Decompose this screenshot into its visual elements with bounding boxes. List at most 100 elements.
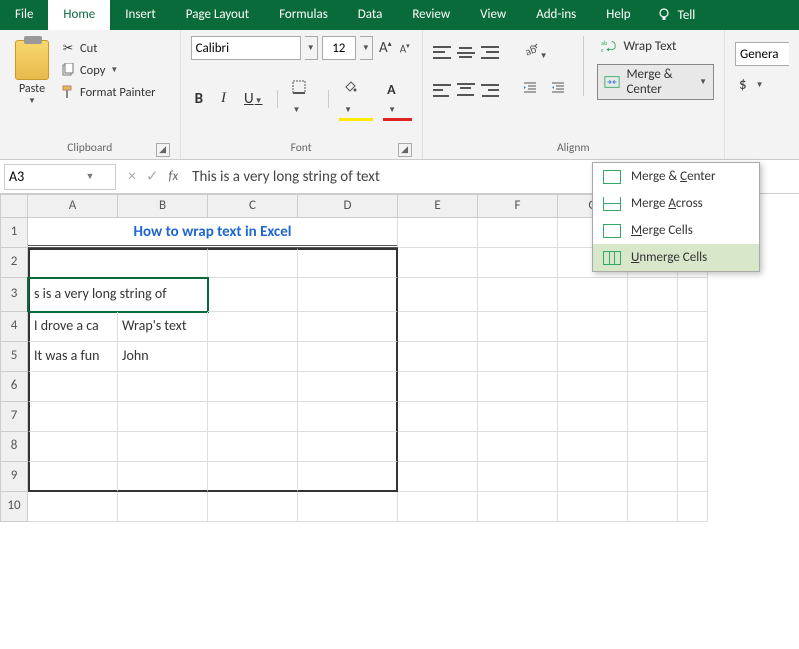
currency-button[interactable]: $ xyxy=(735,74,751,96)
cell[interactable]: Wrap's text xyxy=(118,312,208,342)
cut-button[interactable]: ✂ Cut xyxy=(60,40,156,56)
cell[interactable] xyxy=(398,432,478,462)
cell[interactable] xyxy=(118,462,208,492)
cell[interactable] xyxy=(208,462,298,492)
cell[interactable] xyxy=(628,432,678,462)
cell[interactable] xyxy=(208,372,298,402)
cell[interactable] xyxy=(478,432,558,462)
cell[interactable] xyxy=(678,342,708,372)
cell[interactable] xyxy=(558,402,628,432)
row-header[interactable]: 8 xyxy=(0,432,28,462)
align-left-button[interactable] xyxy=(433,83,451,99)
cell[interactable] xyxy=(208,492,298,522)
chevron-down-icon[interactable]: ▼ xyxy=(28,96,36,106)
font-name-input[interactable] xyxy=(191,36,301,60)
cell[interactable] xyxy=(678,492,708,522)
align-right-button[interactable] xyxy=(481,83,499,99)
cell[interactable] xyxy=(678,402,708,432)
row-header[interactable]: 10 xyxy=(0,492,28,522)
cell[interactable] xyxy=(478,342,558,372)
wrap-text-button[interactable]: abc Wrap Text xyxy=(597,36,714,56)
cell[interactable] xyxy=(298,342,398,372)
row-header[interactable]: 7 xyxy=(0,402,28,432)
increase-indent-button[interactable] xyxy=(547,79,569,102)
cell[interactable] xyxy=(118,492,208,522)
font-color-button[interactable]: A ▼ xyxy=(383,79,412,119)
cell[interactable] xyxy=(478,248,558,278)
cell[interactable] xyxy=(28,402,118,432)
tab-review[interactable]: Review xyxy=(397,0,465,30)
underline-button[interactable]: U▼ xyxy=(240,88,267,110)
row-header[interactable]: 6 xyxy=(0,372,28,402)
cell[interactable]: I drove a ca xyxy=(28,312,118,342)
cell[interactable] xyxy=(478,402,558,432)
row-header[interactable]: 3 xyxy=(0,278,28,312)
select-all-corner[interactable] xyxy=(0,194,28,218)
cell[interactable] xyxy=(208,342,298,372)
increase-font-button[interactable]: A▴ xyxy=(377,39,394,57)
tab-addins[interactable]: Add-ins xyxy=(521,0,591,30)
col-header[interactable]: D xyxy=(298,194,398,218)
number-format-input[interactable] xyxy=(735,42,789,66)
tab-insert[interactable]: Insert xyxy=(110,0,171,30)
cell[interactable] xyxy=(208,402,298,432)
cell[interactable] xyxy=(298,402,398,432)
paste-button[interactable]: Paste ▼ xyxy=(10,36,54,139)
italic-button[interactable]: I xyxy=(217,88,230,109)
cell[interactable] xyxy=(298,248,398,278)
cell[interactable] xyxy=(558,372,628,402)
cell[interactable] xyxy=(628,372,678,402)
cell[interactable] xyxy=(118,432,208,462)
tab-file[interactable]: File xyxy=(0,0,48,30)
dialog-launcher-icon[interactable]: ◢ xyxy=(156,143,170,157)
merge-center-button[interactable]: Merge & Center ▼ xyxy=(597,64,714,100)
row-header[interactable]: 1 xyxy=(0,218,28,248)
borders-button[interactable]: ▼ xyxy=(288,78,319,119)
col-header[interactable]: C xyxy=(208,194,298,218)
cell[interactable] xyxy=(678,462,708,492)
cell[interactable] xyxy=(628,492,678,522)
cell[interactable] xyxy=(478,218,558,248)
cell[interactable] xyxy=(558,492,628,522)
copy-button[interactable]: Copy ▼ xyxy=(60,62,156,78)
font-size-dropdown[interactable]: ▼ xyxy=(360,36,373,60)
cell-reference-input[interactable] xyxy=(5,168,81,185)
cell[interactable] xyxy=(398,218,478,248)
chevron-down-icon[interactable]: ▼ xyxy=(110,65,118,75)
cell-selected[interactable]: s is a very long string of xyxy=(28,278,208,312)
cell[interactable] xyxy=(298,492,398,522)
font-name-dropdown[interactable]: ▼ xyxy=(305,36,318,60)
cell[interactable] xyxy=(398,248,478,278)
menu-merge-cells[interactable]: Merge Cells xyxy=(593,217,759,244)
align-middle-button[interactable] xyxy=(457,45,475,61)
col-header[interactable]: E xyxy=(398,194,478,218)
cell[interactable] xyxy=(558,278,628,312)
col-header[interactable]: A xyxy=(28,194,118,218)
name-box[interactable]: ▼ xyxy=(4,164,116,190)
cell[interactable] xyxy=(298,278,398,312)
cancel-icon[interactable]: × xyxy=(128,167,136,186)
cell[interactable] xyxy=(478,462,558,492)
fill-color-button[interactable]: ▼ xyxy=(339,78,373,119)
tab-data[interactable]: Data xyxy=(343,0,398,30)
cell[interactable] xyxy=(28,248,208,278)
chevron-down-icon[interactable]: ▼ xyxy=(756,80,764,90)
format-painter-button[interactable]: Format Painter xyxy=(60,84,156,100)
cell[interactable] xyxy=(478,372,558,402)
col-header[interactable]: B xyxy=(118,194,208,218)
menu-unmerge-cells[interactable]: Unmerge Cells xyxy=(593,244,759,271)
cell[interactable] xyxy=(478,492,558,522)
cell[interactable]: John xyxy=(118,342,208,372)
cell[interactable] xyxy=(208,312,298,342)
font-size-input[interactable] xyxy=(322,36,356,60)
cell[interactable] xyxy=(398,492,478,522)
cell-title[interactable]: How to wrap text in Excel xyxy=(28,218,398,248)
cell[interactable] xyxy=(398,278,478,312)
align-center-button[interactable] xyxy=(457,83,475,99)
cell[interactable] xyxy=(398,372,478,402)
enter-icon[interactable]: ✓ xyxy=(146,167,159,186)
cell[interactable] xyxy=(28,492,118,522)
decrease-font-button[interactable]: A▾ xyxy=(398,41,412,56)
tab-page-layout[interactable]: Page Layout xyxy=(171,0,264,30)
cell[interactable] xyxy=(28,372,118,402)
